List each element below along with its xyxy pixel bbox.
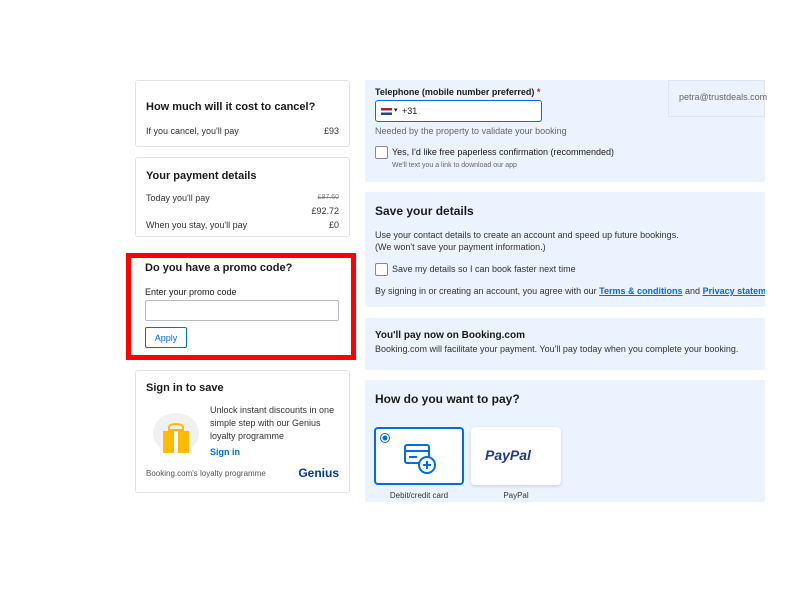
privacy-link[interactable]: Privacy statement — [703, 286, 765, 296]
stay-value: £0 — [328, 220, 339, 230]
apply-button[interactable]: Apply — [145, 327, 187, 348]
cancel-card: How much will it cost to cancel? If you … — [135, 80, 350, 147]
country-dropdown-icon[interactable]: ▾ — [394, 106, 398, 114]
debit-card-option[interactable] — [374, 427, 464, 485]
paperless-label: Yes, I'd like free paperless confirmatio… — [392, 147, 614, 157]
phone-section: Telephone (mobile number preferred) * ▾ … — [365, 80, 768, 182]
radio-selected-icon[interactable] — [380, 433, 390, 443]
save-checkbox-label: Save my details so I can book faster nex… — [392, 264, 576, 274]
phone-input[interactable]: ▾ +31 — [375, 100, 542, 122]
today-price: £92.72 — [311, 206, 339, 216]
cancel-title: How much will it cost to cancel? — [146, 101, 316, 113]
promo-label: Enter your promo code — [145, 287, 237, 297]
add-card-icon — [404, 444, 436, 474]
paynow-text: Booking.com will facilitate your payment… — [375, 344, 739, 354]
email-display: petra@trustdeals.com — [668, 80, 768, 117]
signin-title: Sign in to save — [146, 382, 224, 394]
phone-label: Telephone (mobile number preferred) * — [375, 87, 540, 97]
netherlands-flag-icon[interactable] — [381, 108, 392, 115]
howpay-title: How do you want to pay? — [375, 392, 520, 406]
save-line2: (We won't save your payment information.… — [375, 242, 546, 252]
signin-footer: Booking.com's loyalty programme — [146, 469, 266, 478]
payment-card: Your payment details Today you'll pay £9… — [135, 157, 350, 237]
promo-code-input[interactable] — [145, 300, 339, 321]
payment-title: Your payment details — [146, 170, 257, 182]
signin-link[interactable]: Sign in — [210, 447, 240, 457]
cancel-label: If you cancel, you'll pay — [146, 126, 239, 136]
agree-text: By signing in or creating an account, yo… — [375, 286, 765, 296]
paynow-title: You'll pay now on Booking.com — [375, 330, 525, 341]
pay-now-section: You'll pay now on Booking.com Booking.co… — [365, 318, 765, 370]
debit-card-label: Debit/credit card — [389, 491, 449, 500]
phone-hint: Needed by the property to validate your … — [375, 126, 567, 136]
signin-card: Sign in to save Unlock instant discounts… — [135, 370, 350, 493]
signin-text: Unlock instant discounts in one simple s… — [210, 405, 335, 441]
genius-logo: Genius — [298, 466, 339, 480]
and-text: and — [685, 286, 701, 296]
stay-label: When you stay, you'll pay — [146, 220, 248, 230]
paypal-label: PayPal — [503, 491, 529, 500]
agree-prefix: By signing in or creating an account, yo… — [375, 286, 597, 296]
save-title: Save your details — [375, 204, 474, 218]
phone-value: +31 — [402, 106, 418, 116]
today-label: Today you'll pay — [146, 193, 210, 203]
cancel-value: £93 — [323, 126, 339, 136]
save-details-checkbox[interactable] — [375, 263, 388, 276]
paperless-checkbox[interactable] — [375, 146, 388, 159]
phone-label-text: Telephone (mobile number preferred) — [375, 87, 535, 97]
promo-title: Do you have a promo code? — [145, 262, 293, 274]
promo-card: Do you have a promo code? Enter your pro… — [135, 258, 349, 354]
payment-method-section: How do you want to pay? Debit/credit car… — [365, 380, 765, 502]
email-value: petra@trustdeals.com — [679, 92, 768, 102]
required-mark: * — [536, 87, 541, 97]
gift-icon — [151, 413, 201, 458]
save-details-section: Save your details Use your contact detai… — [365, 192, 765, 307]
terms-link[interactable]: Terms & conditions — [599, 286, 682, 296]
paypal-option[interactable]: PayPal — [471, 427, 561, 485]
paypal-logo: PayPal — [485, 447, 531, 463]
paperless-hint: We'll text you a link to download our ap… — [392, 162, 517, 169]
today-old-price: £97.60 — [317, 194, 339, 201]
save-line1: Use your contact details to create an ac… — [375, 230, 679, 240]
